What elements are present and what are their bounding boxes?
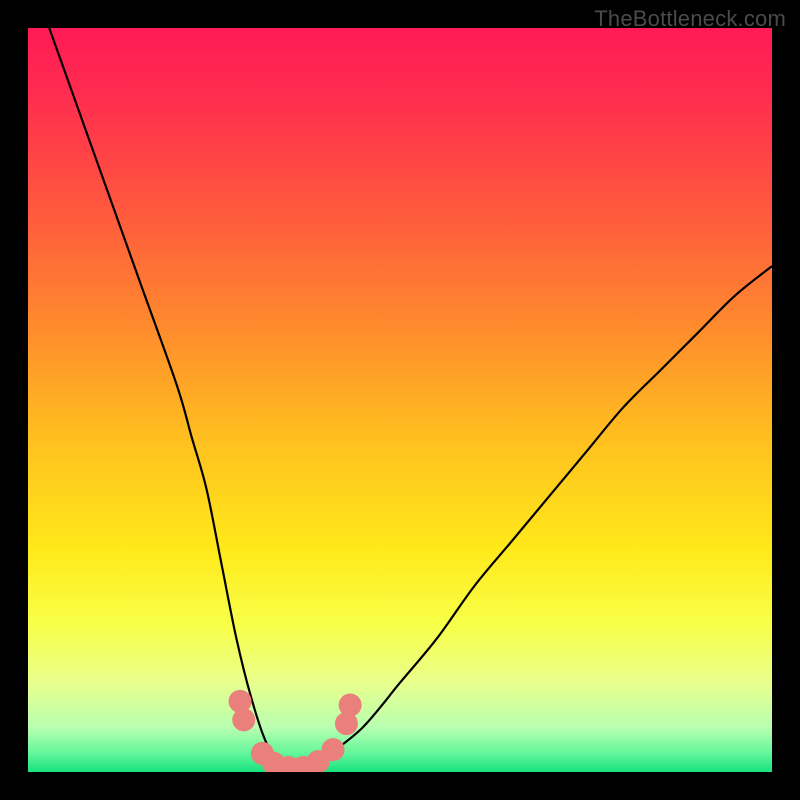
- plot-area: [28, 28, 772, 772]
- curve-marker: [339, 694, 361, 716]
- chart-frame: TheBottleneck.com: [0, 0, 800, 800]
- curve-marker: [233, 709, 255, 731]
- curve-marker: [229, 690, 251, 712]
- gradient-background: [28, 28, 772, 772]
- bottleneck-chart: [28, 28, 772, 772]
- curve-marker: [322, 739, 344, 761]
- curve-marker: [335, 713, 357, 735]
